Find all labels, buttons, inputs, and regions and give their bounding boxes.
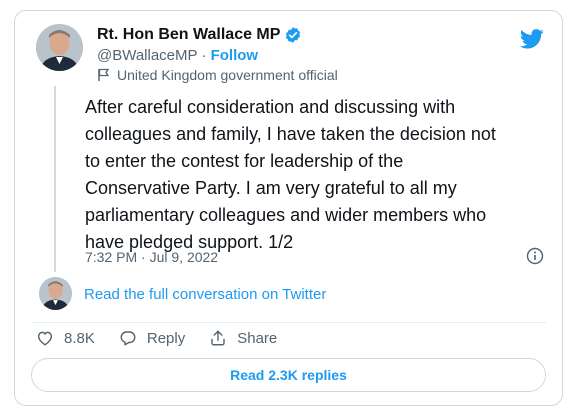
follow-button[interactable]: Follow [211,47,259,64]
timestamp-separator: · [137,249,150,265]
tweet-date[interactable]: Jul 9, 2022 [150,249,219,265]
tweet-text: After careful consideration and discussi… [85,97,496,252]
like-button[interactable]: 8.8K [36,329,95,347]
share-label: Share [237,329,278,347]
tweet-card: Rt. Hon Ben Wallace MP @BWallaceMP · Fol… [14,10,563,406]
author-handle[interactable]: @BWallaceMP [97,47,197,64]
reply-label: Reply [146,329,186,347]
share-icon [211,330,225,346]
heart-icon [37,331,53,346]
share-button[interactable]: Share [209,329,277,347]
handle-separator: · [197,47,211,64]
read-replies-button[interactable]: Read 2.3K replies [31,358,546,392]
reply-button[interactable]: Reply [119,329,185,347]
conversation-avatar[interactable] [39,277,72,310]
thread-line [54,86,56,272]
actions-divider [31,322,546,323]
reply-icon [120,331,136,346]
affiliation-label: United Kingdom government official [117,67,338,83]
author-handle-row: @BWallaceMP · Follow [97,47,258,64]
info-icon[interactable] [526,247,544,265]
tweet-timestamp[interactable]: 7:32 PM · Jul 9, 2022 [85,249,218,265]
author-avatar[interactable] [36,24,83,71]
read-conversation-link[interactable]: Read the full conversation on Twitter [84,286,326,303]
author-display-name[interactable]: Rt. Hon Ben Wallace MP [97,26,280,44]
author-affiliation: United Kingdom government official [97,67,338,83]
author-name-row[interactable]: Rt. Hon Ben Wallace MP [97,26,302,44]
twitter-icon[interactable] [520,29,544,49]
verified-icon [286,27,301,43]
tweet-time[interactable]: 7:32 PM [85,249,137,265]
flag-icon [98,68,110,81]
tweet-actions: 8.8K Reply Share [36,329,301,347]
like-count: 8.8K [64,329,95,347]
